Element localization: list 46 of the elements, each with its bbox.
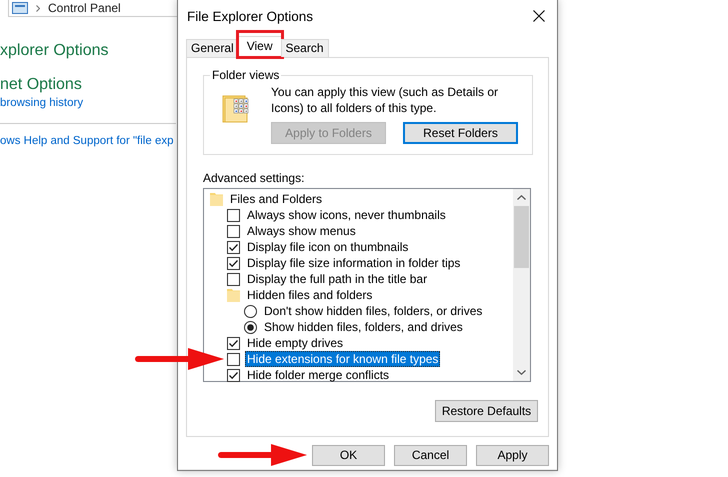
- checkbox[interactable]: [227, 336, 240, 350]
- help-link[interactable]: ows Help and Support for "file exp: [0, 133, 174, 149]
- folder-view-button[interactable]: Reset Folders: [403, 122, 518, 144]
- folder-icon: [227, 288, 240, 302]
- setting-option[interactable]: Show hidden files, folders, and drives: [262, 319, 465, 335]
- group-title: Folder views: [211, 68, 280, 82]
- dialog-button[interactable]: Cancel: [394, 444, 467, 466]
- checkbox[interactable]: [227, 208, 240, 222]
- setting-option[interactable]: Always show icons, never thumbnails: [245, 207, 448, 223]
- setting-option[interactable]: Don't show hidden files, folders, or drives: [262, 303, 484, 319]
- tree-group-label[interactable]: Hidden files and folders: [245, 287, 374, 303]
- checkbox[interactable]: [227, 368, 240, 382]
- setting-option[interactable]: Display file icon on thumbnails: [245, 239, 410, 255]
- radio-button[interactable]: [244, 320, 257, 334]
- section-heading[interactable]: xplorer Options: [0, 41, 108, 61]
- radio-button[interactable]: [244, 304, 257, 318]
- scroll-down-icon[interactable]: [517, 370, 526, 375]
- restore-defaults-button[interactable]: Restore Defaults: [435, 400, 538, 422]
- setting-option[interactable]: Display the full path in the title bar: [245, 271, 430, 287]
- scroll-thumb[interactable]: [514, 206, 529, 268]
- checkbox[interactable]: [227, 272, 240, 286]
- dialog-button[interactable]: Apply: [476, 444, 549, 466]
- setting-option[interactable]: Hide empty drives: [245, 335, 346, 351]
- section-label: Advanced settings:: [203, 171, 306, 185]
- checkbox[interactable]: [227, 240, 240, 254]
- breadcrumb-item[interactable]: Control Panel: [48, 1, 121, 15]
- setting-option[interactable]: Hide extensions for known file types: [245, 351, 440, 367]
- dialog-title: File Explorer Options: [187, 8, 314, 24]
- section-heading[interactable]: net Options: [0, 75, 82, 95]
- tree-group-label[interactable]: Files and Folders: [228, 191, 324, 207]
- checkbox[interactable]: [227, 224, 240, 238]
- checkbox[interactable]: [227, 256, 240, 270]
- tab[interactable]: General: [186, 39, 239, 57]
- dialog-button[interactable]: OK: [312, 444, 385, 466]
- task-link[interactable]: browsing history: [0, 95, 84, 111]
- setting-option[interactable]: Always show menus: [245, 223, 358, 239]
- chevron-icon: [36, 4, 40, 12]
- checkbox[interactable]: [227, 352, 240, 366]
- setting-option[interactable]: Hide folder merge conflicts: [245, 367, 392, 383]
- tab[interactable]: Search: [280, 39, 329, 57]
- description-text: You can apply this view (such as Details or Icons) to all folders of this type.: [271, 84, 500, 116]
- scroll-up-icon[interactable]: [517, 195, 526, 200]
- control-panel-icon: [12, 2, 28, 14]
- folder-grid-icon: [221, 94, 251, 124]
- setting-option[interactable]: Display file size information in folder tips: [245, 255, 462, 271]
- folder-icon: [210, 192, 223, 206]
